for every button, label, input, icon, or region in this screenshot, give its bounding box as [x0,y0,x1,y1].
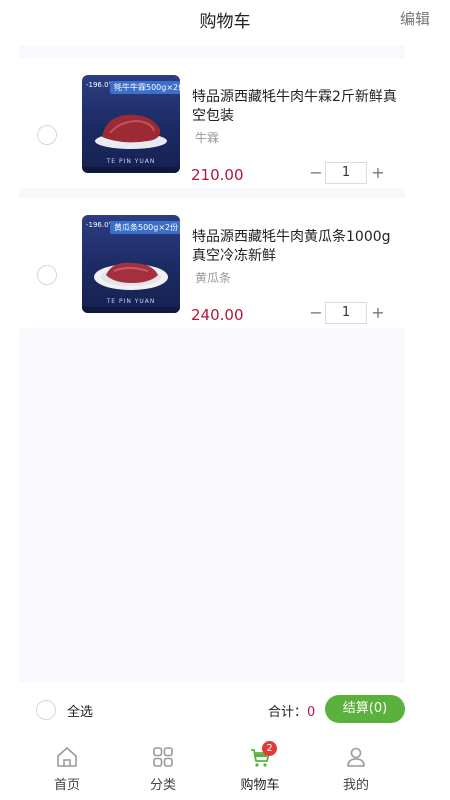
tab-cart[interactable]: 2 购物车 [215,738,305,800]
product-name[interactable]: 特品源西藏牦牛肉牛霖2斤新鲜真空包装 [192,88,397,126]
tab-category[interactable]: 分类 [118,738,208,800]
thumb-strip [82,307,180,313]
increase-button[interactable]: + [371,162,385,184]
tab-profile[interactable]: 我的 [311,738,401,800]
thumb-tag: 牦牛牛霖500g×2份 [110,81,180,94]
thumb-brand: TE PIN YUAN [106,158,156,165]
product-spec: 黄瓜条 [195,271,232,285]
checkout-button[interactable]: 结算(0) [325,695,405,723]
tab-label: 购物车 [240,778,280,793]
total-label: 合计： [268,705,308,720]
profile-icon [347,747,365,767]
item-select-checkbox[interactable] [37,265,57,285]
decrease-button[interactable]: − [309,302,323,324]
tab-label: 分类 [149,778,176,793]
home-icon [57,747,77,767]
increase-button[interactable]: + [371,302,385,324]
item-select-checkbox[interactable] [37,125,57,145]
product-price: 240.00 [191,306,244,324]
quantity-input[interactable]: 1 [325,162,367,184]
edit-button[interactable]: 编辑 [400,8,430,29]
beef-cut-image [95,114,167,149]
thumb-strip [82,167,180,173]
tab-label: 我的 [342,778,369,793]
quantity-stepper: − 1 + [309,162,387,184]
quantity-stepper: − 1 + [309,302,387,324]
cart-list: -196.0°C 液氮冷冻 牦牛牛霖500g×2份 TE PIN YUAN 特品… [19,46,405,682]
select-all-label[interactable]: 全选 [67,701,93,720]
cart-count-badge: 2 [262,741,277,756]
product-thumbnail[interactable]: -196.0°C 液氮冷冻 牦牛牛霖500g×2份 TE PIN YUAN [82,75,180,173]
tab-label: 首页 [53,778,80,793]
category-grid-icon [153,747,173,767]
product-spec: 牛霖 [195,131,220,145]
quantity-input[interactable]: 1 [325,302,367,324]
select-all-checkbox[interactable] [36,700,56,720]
decrease-button[interactable]: − [309,162,323,184]
tab-home[interactable]: 首页 [22,738,112,800]
cart-item: -196.0°C 液氮冷冻 黄瓜条500g×2份 TE PIN YUAN 特品源… [19,198,405,328]
product-price: 210.00 [191,166,244,184]
thumb-brand: TE PIN YUAN [106,298,156,305]
checkout-bar: 全选 合计：0 结算(0) [0,689,450,731]
product-name[interactable]: 特品源西藏牦牛肉黄瓜条1000g真空冷冻新鲜 [192,228,397,266]
product-thumbnail[interactable]: -196.0°C 液氮冷冻 黄瓜条500g×2份 TE PIN YUAN [82,215,180,313]
beef-plate-image [94,262,168,290]
cart-item: -196.0°C 液氮冷冻 牦牛牛霖500g×2份 TE PIN YUAN 特品… [19,58,405,188]
bottom-tab-bar: 首页 分类 2 购物车 我的 [0,738,450,800]
total-value: 0 [307,705,316,720]
page-title: 购物车 [199,12,251,32]
thumb-tag: 黄瓜条500g×2份 [110,221,180,234]
total-amount: 合计：0 [268,701,315,720]
top-nav-bar: 购物车 编辑 [0,0,450,38]
